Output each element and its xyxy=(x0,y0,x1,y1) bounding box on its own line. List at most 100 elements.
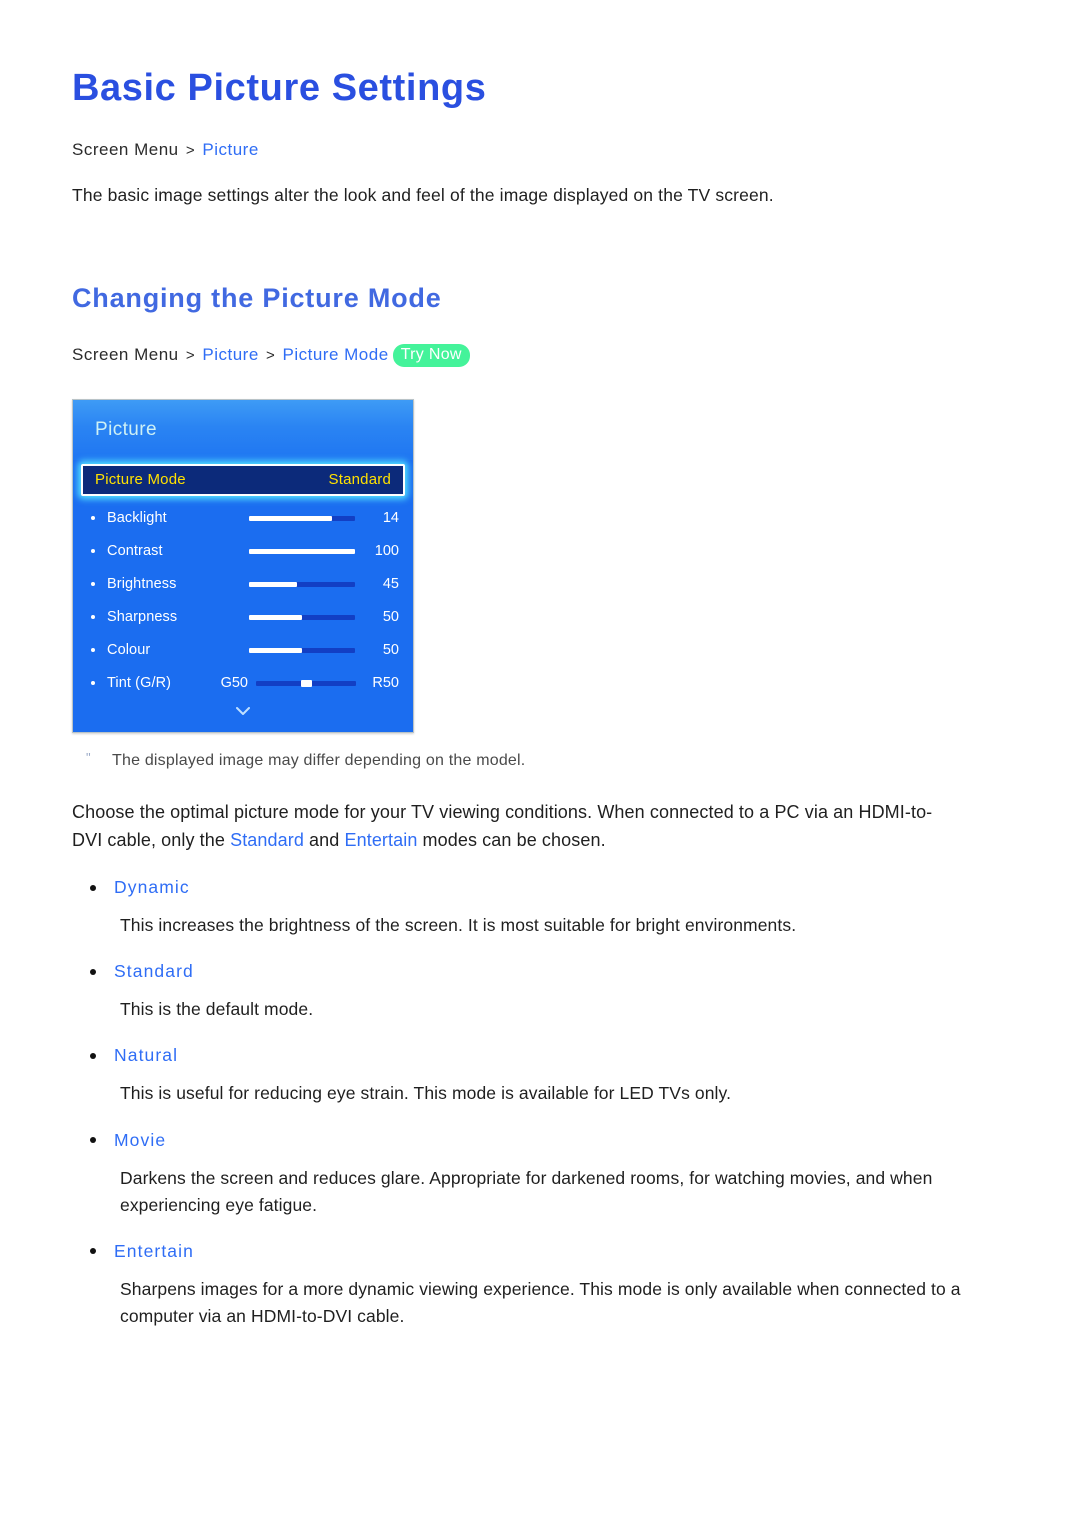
section-title: Changing the Picture Mode xyxy=(72,283,442,314)
mode-description: This is useful for reducing eye strain. … xyxy=(120,1083,732,1104)
mode-heading: Natural xyxy=(72,1045,1008,1066)
osd-slider-area: G50 R50 xyxy=(219,675,399,691)
list-item: Entertain Sharpens images for a more dyn… xyxy=(72,1241,1008,1330)
bullet-icon xyxy=(91,516,95,521)
bullet-icon xyxy=(90,968,96,975)
osd-row-sharpness[interactable]: Sharpness 50 xyxy=(73,601,413,634)
body-paragraph: Choose the optimal picture mode for your… xyxy=(72,799,962,855)
bullet-icon xyxy=(90,1137,96,1144)
slider-fill xyxy=(249,515,332,521)
breadcrumb-item-picture-mode[interactable]: Picture Mode xyxy=(283,345,389,364)
mode-description: Sharpens images for a more dynamic viewi… xyxy=(120,1278,961,1326)
tint-slider[interactable] xyxy=(256,679,356,687)
osd-slider-area: 45 xyxy=(219,576,399,592)
breadcrumb-separator: > xyxy=(266,346,276,364)
mode-heading: Movie xyxy=(72,1130,1008,1151)
note-row: " The displayed image may differ dependi… xyxy=(72,751,1008,772)
osd-slider-area: 50 xyxy=(219,609,399,625)
breadcrumb-root: Screen Menu xyxy=(72,344,179,364)
osd-item-label: Tint (G/R) xyxy=(107,675,172,692)
osd-item-label: Backlight xyxy=(107,510,167,527)
bullet-icon xyxy=(91,648,95,653)
mode-title-natural: Natural xyxy=(114,1045,179,1066)
tint-right-label: R50 xyxy=(372,675,399,692)
page-title: Basic Picture Settings xyxy=(72,67,487,109)
osd-item-value: 100 xyxy=(374,543,399,560)
osd-row-colour[interactable]: Colour 50 xyxy=(73,634,413,667)
note-text: The displayed image may differ depending… xyxy=(112,751,526,769)
osd-item-label: Brightness xyxy=(107,576,177,593)
osd-row-value: Standard xyxy=(328,471,391,489)
body-part-2: and xyxy=(303,830,345,851)
osd-row-tint[interactable]: Tint (G/R) G50 R50 xyxy=(73,667,413,700)
osd-row-label: Picture Mode xyxy=(95,471,186,489)
osd-item-value: 50 xyxy=(382,642,399,659)
slider-fill xyxy=(249,548,355,554)
breadcrumb-separator: > xyxy=(185,141,196,159)
mode-title-dynamic: Dynamic xyxy=(114,877,190,898)
osd-row-brightness[interactable]: Brightness 45 xyxy=(73,568,413,601)
list-item: Movie Darkens the screen and reduces gla… xyxy=(72,1130,1008,1219)
list-item: Standard This is the default mode. xyxy=(72,961,1008,1023)
osd-slider-area: 50 xyxy=(219,642,399,658)
breadcrumb-item-picture[interactable]: Picture xyxy=(202,345,258,364)
osd-row-picture-mode[interactable]: Picture Mode Standard xyxy=(81,463,405,496)
intro-paragraph: The basic image settings alter the look … xyxy=(72,184,774,205)
osd-row-contrast[interactable]: Contrast 100 xyxy=(73,535,413,568)
osd-item-value: 50 xyxy=(382,609,399,626)
breadcrumb-picture-mode: Screen Menu > Picture > Picture Mode Try … xyxy=(72,343,1008,367)
osd-item-label: Sharpness xyxy=(107,609,178,626)
bullet-icon xyxy=(91,549,95,554)
backlight-slider[interactable] xyxy=(249,515,355,521)
mode-description: Darkens the screen and reduces glare. Ap… xyxy=(120,1167,933,1215)
slider-fill xyxy=(249,614,302,620)
osd-header-title: Picture xyxy=(95,418,157,440)
bullet-icon xyxy=(90,884,96,891)
bullet-icon xyxy=(90,1248,96,1255)
colour-slider[interactable] xyxy=(249,647,355,653)
osd-slider-area: 14 xyxy=(219,510,399,526)
list-item: Natural This is useful for reducing eye … xyxy=(72,1045,1008,1107)
tv-picture-menu-panel: Picture Picture Mode Standard Backlight … xyxy=(72,398,414,733)
bullet-icon xyxy=(91,681,95,686)
osd-item-value: 45 xyxy=(382,576,399,593)
mode-description: This is the default mode. xyxy=(120,999,314,1020)
sharpness-slider[interactable] xyxy=(249,614,355,620)
osd-row-backlight[interactable]: Backlight 14 xyxy=(73,502,413,535)
mode-title-entertain: Entertain xyxy=(114,1240,194,1261)
breadcrumb-separator: > xyxy=(185,346,196,364)
breadcrumb-item-picture[interactable]: Picture xyxy=(202,140,258,159)
slider-fill xyxy=(249,581,297,587)
breadcrumb-root: Screen Menu xyxy=(72,139,179,159)
osd-screenshot-wrapper: Picture Picture Mode Standard Backlight … xyxy=(72,398,1008,733)
slider-fill xyxy=(249,647,302,653)
bullet-icon xyxy=(91,615,95,620)
tint-left-label: G50 xyxy=(220,675,248,692)
picture-mode-list: Dynamic This increases the brightness of… xyxy=(72,877,1008,1330)
document-page: Basic Picture Settings Screen Menu > Pic… xyxy=(0,0,1080,1527)
note-marker-icon: " xyxy=(86,749,91,765)
brightness-slider[interactable] xyxy=(249,581,355,587)
keyword-entertain: Entertain xyxy=(344,830,418,851)
contrast-slider[interactable] xyxy=(249,548,355,554)
mode-heading: Standard xyxy=(72,961,1008,982)
mode-heading: Entertain xyxy=(72,1241,1008,1262)
mode-title-movie: Movie xyxy=(114,1129,167,1150)
osd-item-label: Contrast xyxy=(107,543,163,560)
mode-description: This increases the brightness of the scr… xyxy=(120,915,797,936)
chevron-down-icon xyxy=(236,707,250,716)
osd-header: Picture xyxy=(73,399,413,460)
osd-item-label: Colour xyxy=(107,642,151,659)
osd-slider-area: 100 xyxy=(219,543,399,559)
tint-slider-handle[interactable] xyxy=(301,679,312,687)
keyword-standard: Standard xyxy=(230,830,304,851)
try-now-badge[interactable]: Try Now xyxy=(392,343,470,367)
osd-scroll-more[interactable] xyxy=(73,700,413,724)
body-part-3: modes can be chosen. xyxy=(417,830,606,851)
list-item: Dynamic This increases the brightness of… xyxy=(72,877,1008,939)
bullet-icon xyxy=(90,1052,96,1059)
mode-heading: Dynamic xyxy=(72,877,1008,898)
mode-title-standard: Standard xyxy=(114,961,194,982)
bullet-icon xyxy=(91,582,95,587)
breadcrumb-top: Screen Menu > Picture xyxy=(72,138,1008,162)
